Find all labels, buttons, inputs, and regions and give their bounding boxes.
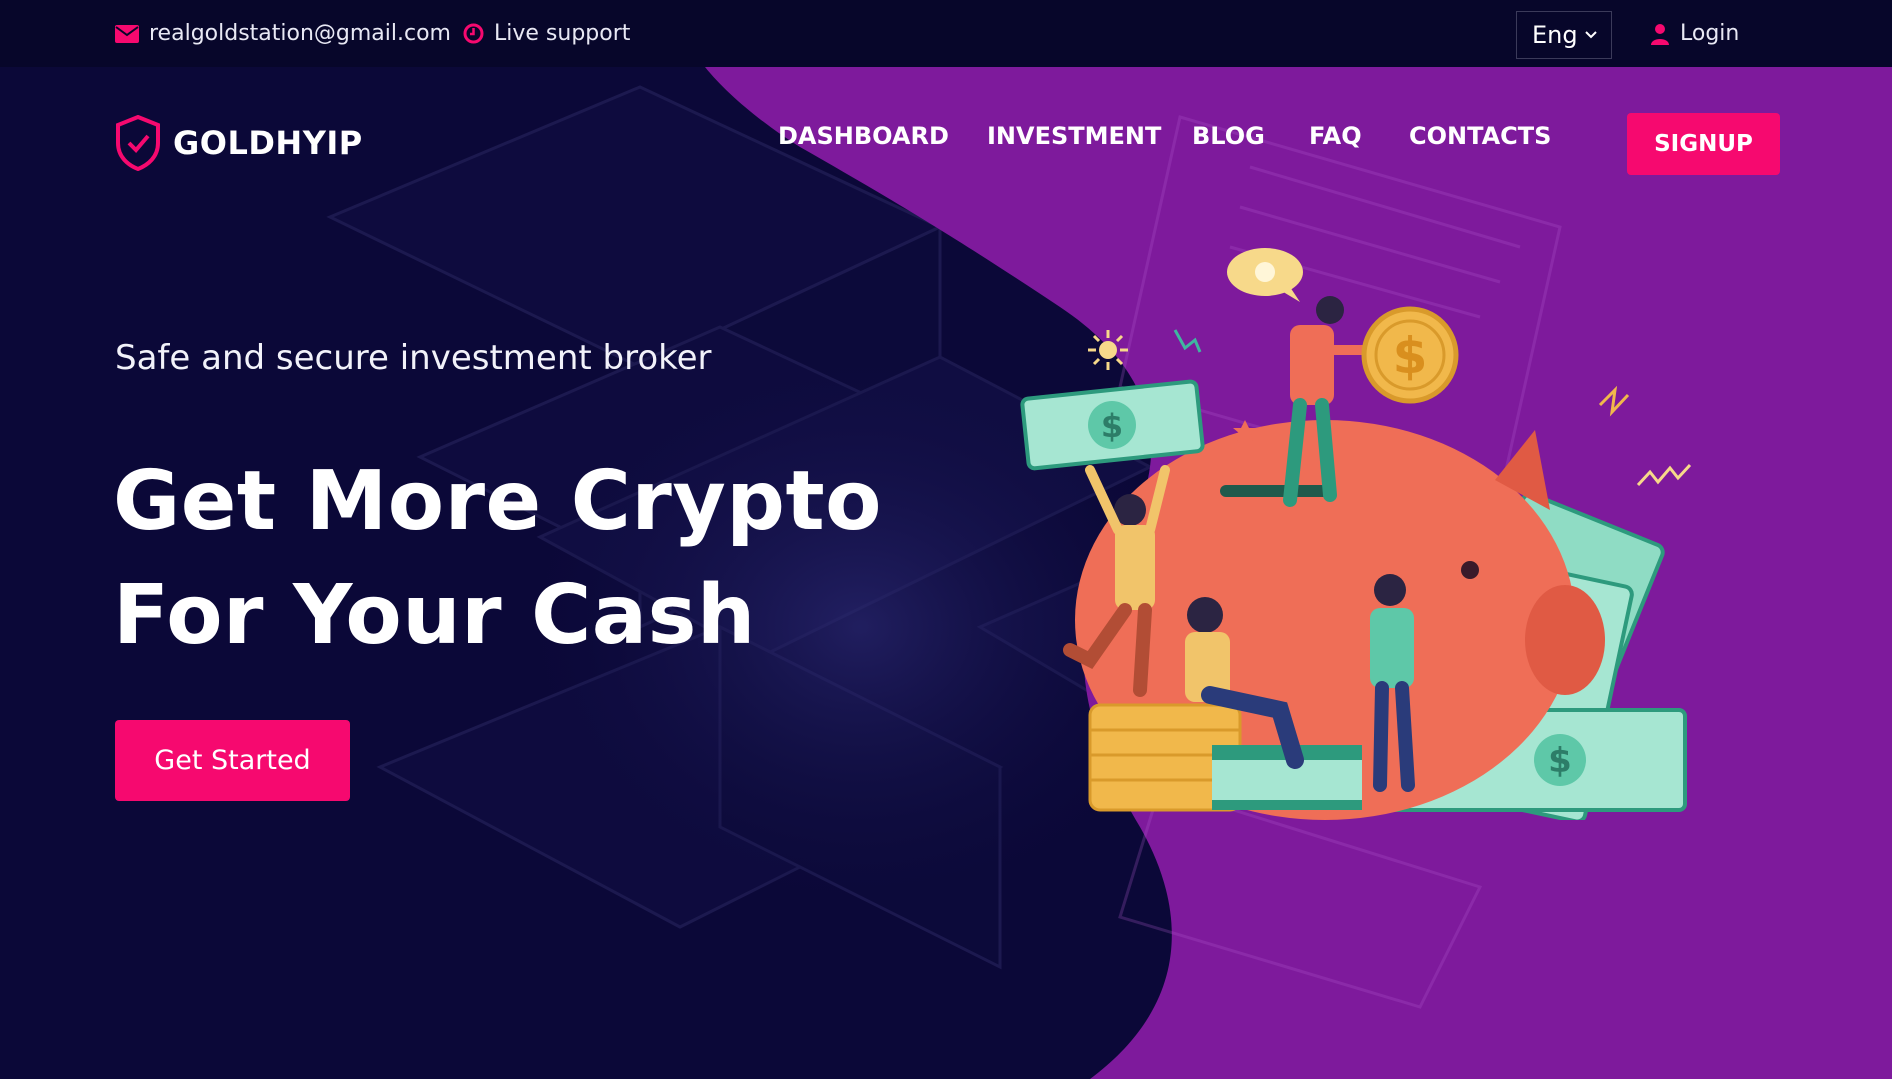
email-text: realgoldstation@gmail.com xyxy=(149,21,451,46)
nav-investment[interactable]: INVESTMENT xyxy=(987,122,1161,150)
gold-coin: $ xyxy=(1361,306,1459,404)
get-started-button[interactable]: Get Started xyxy=(115,720,350,801)
headline-line-2: For Your Cash xyxy=(113,568,756,663)
logo-text: GOLDHYIP xyxy=(173,124,363,162)
raised-banknote: $ xyxy=(1020,379,1205,471)
user-icon xyxy=(1651,23,1669,45)
nav-contacts[interactable]: CONTACTS xyxy=(1409,122,1551,150)
login-link[interactable]: Login xyxy=(1650,0,1739,67)
language-select[interactable]: Eng xyxy=(1516,11,1612,59)
nav-dashboard[interactable]: DASHBOARD xyxy=(778,122,949,150)
clock-icon xyxy=(463,23,484,44)
logo[interactable]: GOLDHYIP xyxy=(115,115,363,171)
top-bar: realgoldstation@gmail.com Live support E… xyxy=(0,0,1892,67)
speech-bubble-icon xyxy=(1227,248,1303,302)
live-support-text: Live support xyxy=(494,21,631,46)
svg-text:$: $ xyxy=(1393,327,1428,385)
live-support-link[interactable]: Live support xyxy=(463,0,630,67)
headline-line-1: Get More Crypto xyxy=(113,454,883,549)
nav-blog[interactable]: BLOG xyxy=(1192,122,1265,150)
signup-button[interactable]: SIGNUP xyxy=(1627,113,1780,175)
shield-check-icon xyxy=(116,115,160,171)
envelope-icon xyxy=(115,24,139,43)
login-text: Login xyxy=(1680,21,1740,46)
language-value: Eng xyxy=(1532,21,1578,49)
piggy-bank-illustration: $ $ $ xyxy=(1020,248,1692,820)
svg-text:$: $ xyxy=(1101,407,1123,445)
hero-tagline: Safe and secure investment broker xyxy=(115,338,712,378)
svg-text:$: $ xyxy=(1548,741,1572,781)
nav-faq[interactable]: FAQ xyxy=(1309,122,1362,150)
chevron-down-icon xyxy=(1585,31,1597,39)
hero-headline: Get More Crypto For Your Cash xyxy=(113,445,882,673)
email-link[interactable]: realgoldstation@gmail.com xyxy=(115,0,451,67)
